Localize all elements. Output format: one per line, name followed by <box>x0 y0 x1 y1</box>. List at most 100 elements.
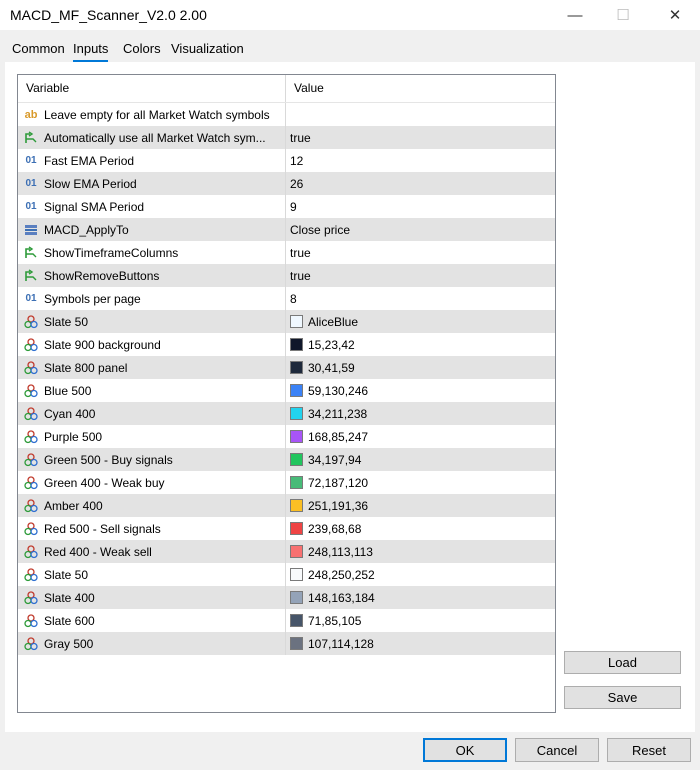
value-text: 248,250,252 <box>308 567 375 582</box>
color-swatch[interactable] <box>290 499 303 512</box>
color-swatch[interactable] <box>290 430 303 443</box>
variable-label: Slow EMA Period <box>44 176 137 191</box>
value-cell[interactable]: 168,85,247 <box>286 425 555 448</box>
save-button[interactable]: Save <box>564 686 681 709</box>
enum-icon <box>23 222 39 238</box>
value-cell[interactable]: true <box>286 264 555 287</box>
variable-cell: Slate 800 panel <box>18 356 286 379</box>
value-cell[interactable]: 59,130,246 <box>286 379 555 402</box>
value-cell[interactable]: 107,114,128 <box>286 632 555 655</box>
value-text: true <box>290 130 311 145</box>
table-row[interactable]: Slate 600 71,85,105 <box>18 609 555 632</box>
maximize-button[interactable]: ☐ <box>600 0 646 30</box>
value-cell[interactable]: 12 <box>286 149 555 172</box>
value-cell[interactable]: 248,113,113 <box>286 540 555 563</box>
table-row[interactable]: 01 Slow EMA Period 26 <box>18 172 555 195</box>
reset-button[interactable]: Reset <box>607 738 691 762</box>
table-row[interactable]: 01 Fast EMA Period 12 <box>18 149 555 172</box>
value-cell[interactable] <box>286 103 555 126</box>
color-swatch[interactable] <box>290 614 303 627</box>
ok-button[interactable]: OK <box>423 738 507 762</box>
value-cell[interactable]: AliceBlue <box>286 310 555 333</box>
table-row[interactable]: Purple 500 168,85,247 <box>18 425 555 448</box>
tab-colors[interactable]: Colors <box>123 41 161 60</box>
variable-label: Red 400 - Weak sell <box>44 544 152 559</box>
tab-common[interactable]: Common <box>12 41 65 60</box>
variable-cell: Slate 400 <box>18 586 286 609</box>
table-row[interactable]: Slate 800 panel 30,41,59 <box>18 356 555 379</box>
value-cell[interactable]: 72,187,120 <box>286 471 555 494</box>
value-cell[interactable]: 248,250,252 <box>286 563 555 586</box>
table-row[interactable]: Gray 500 107,114,128 <box>18 632 555 655</box>
value-cell[interactable]: 9 <box>286 195 555 218</box>
column-header-value[interactable]: Value <box>286 75 324 102</box>
color-swatch[interactable] <box>290 476 303 489</box>
load-button[interactable]: Load <box>564 651 681 674</box>
table-row[interactable]: Red 500 - Sell signals 239,68,68 <box>18 517 555 540</box>
table-row[interactable]: Slate 400 148,163,184 <box>18 586 555 609</box>
value-cell[interactable]: 239,68,68 <box>286 517 555 540</box>
table-row[interactable]: MACD_ApplyTo Close price <box>18 218 555 241</box>
table-row[interactable]: Green 500 - Buy signals 34,197,94 <box>18 448 555 471</box>
color-swatch[interactable] <box>290 522 303 535</box>
color-swatch[interactable] <box>290 568 303 581</box>
text-icon: ab <box>24 108 38 121</box>
table-row[interactable]: Slate 50 248,250,252 <box>18 563 555 586</box>
value-cell[interactable]: 8 <box>286 287 555 310</box>
color-swatch[interactable] <box>290 591 303 604</box>
table-row[interactable]: Blue 500 59,130,246 <box>18 379 555 402</box>
value-text: AliceBlue <box>308 314 359 329</box>
value-cell[interactable]: 71,85,105 <box>286 609 555 632</box>
color-icon <box>23 544 39 560</box>
minimize-button[interactable]: — <box>552 0 598 30</box>
table-row[interactable]: 01 Symbols per page 8 <box>18 287 555 310</box>
table-row[interactable]: Amber 400 251,191,36 <box>18 494 555 517</box>
value-cell[interactable]: Close price <box>286 218 555 241</box>
value-text: 72,187,120 <box>308 475 369 490</box>
color-swatch[interactable] <box>290 361 303 374</box>
value-cell[interactable]: 26 <box>286 172 555 195</box>
color-swatch[interactable] <box>290 384 303 397</box>
table-row[interactable]: Red 400 - Weak sell 248,113,113 <box>18 540 555 563</box>
variable-cell: Gray 500 <box>18 632 286 655</box>
table-row[interactable]: Automatically use all Market Watch sym..… <box>18 126 555 149</box>
color-icon <box>23 360 39 376</box>
value-text: 251,191,36 <box>308 498 369 513</box>
variable-cell: Cyan 400 <box>18 402 286 425</box>
table-row[interactable]: 01 Signal SMA Period 9 <box>18 195 555 218</box>
value-cell[interactable]: true <box>286 241 555 264</box>
variable-cell: Green 500 - Buy signals <box>18 448 286 471</box>
color-icon <box>23 636 39 652</box>
table-row[interactable]: ShowTimeframeColumns true <box>18 241 555 264</box>
variable-label: Gray 500 <box>44 636 94 651</box>
variable-cell: Blue 500 <box>18 379 286 402</box>
close-button[interactable]: ✕ <box>652 0 698 30</box>
table-row[interactable]: Green 400 - Weak buy 72,187,120 <box>18 471 555 494</box>
tab-inputs[interactable]: Inputs <box>73 41 109 62</box>
column-header-variable[interactable]: Variable <box>18 75 286 102</box>
cancel-button[interactable]: Cancel <box>515 738 599 762</box>
value-cell[interactable]: 30,41,59 <box>286 356 555 379</box>
table-row[interactable]: Slate 900 background 15,23,42 <box>18 333 555 356</box>
color-swatch[interactable] <box>290 545 303 558</box>
table-row[interactable]: Slate 50 AliceBlue <box>18 310 555 333</box>
table-row[interactable]: ShowRemoveButtons true <box>18 264 555 287</box>
variable-cell: MACD_ApplyTo <box>18 218 286 241</box>
value-cell[interactable]: 251,191,36 <box>286 494 555 517</box>
value-cell[interactable]: 34,197,94 <box>286 448 555 471</box>
value-text: 59,130,246 <box>308 383 369 398</box>
color-swatch[interactable] <box>290 453 303 466</box>
value-cell[interactable]: true <box>286 126 555 149</box>
color-swatch[interactable] <box>290 407 303 420</box>
color-swatch[interactable] <box>290 637 303 650</box>
tab-visualization[interactable]: Visualization <box>171 41 244 60</box>
table-row[interactable]: ab Leave empty for all Market Watch symbo… <box>18 103 555 126</box>
value-cell[interactable]: 34,211,238 <box>286 402 555 425</box>
variable-label: Slate 900 background <box>44 337 161 352</box>
value-cell[interactable]: 148,163,184 <box>286 586 555 609</box>
variable-label: Green 500 - Buy signals <box>44 452 173 467</box>
value-cell[interactable]: 15,23,42 <box>286 333 555 356</box>
table-row[interactable]: Cyan 400 34,211,238 <box>18 402 555 425</box>
color-swatch[interactable] <box>290 338 303 351</box>
color-swatch[interactable] <box>290 315 303 328</box>
